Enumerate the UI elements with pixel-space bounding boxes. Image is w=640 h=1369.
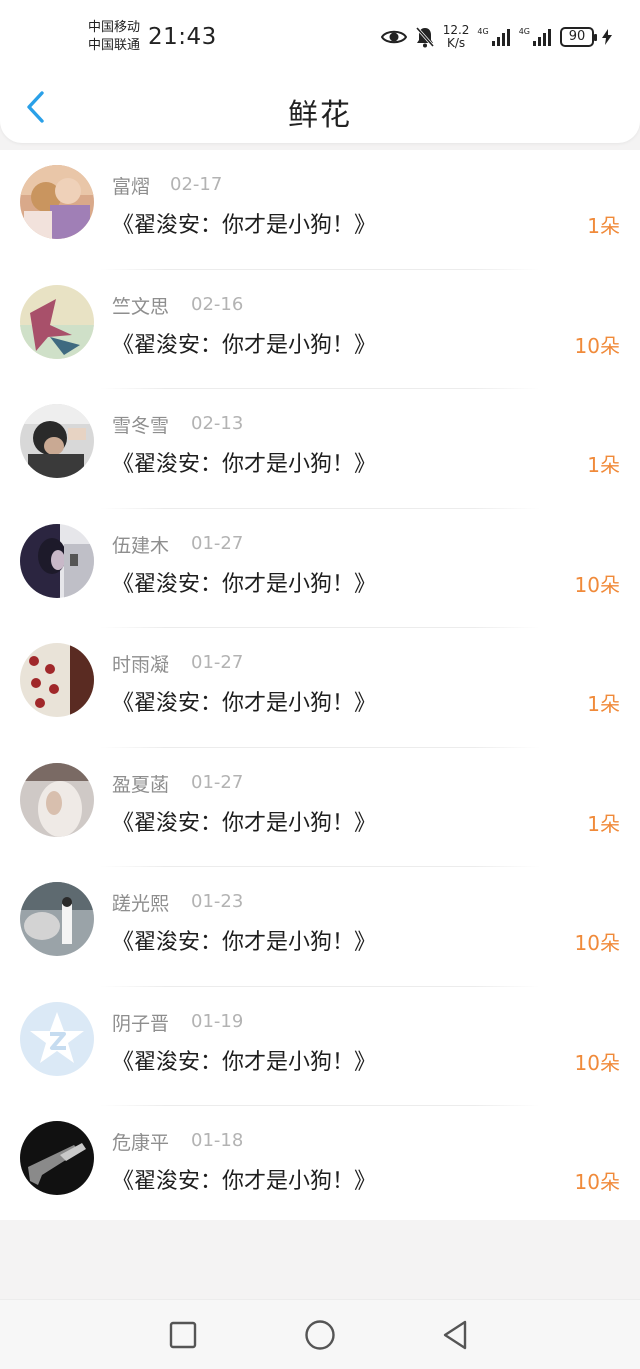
sender-name: 盈夏菡 [112,773,170,796]
flower-count: 10朵 [574,931,620,955]
signal-1: 4G [477,27,510,47]
flower-count: 10朵 [574,333,620,358]
charging-bolt-icon [602,29,612,45]
flower-count: 1朵 [587,214,620,238]
avatar[interactable] [20,643,94,717]
flower-list: 富熠 02-17 《翟浚安：你才是小狗！》 1朵 竺文思 02-16 《翟浚安：… [0,150,640,1220]
system-nav-bar [0,1299,640,1369]
flower-count: 10朵 [574,1050,620,1075]
battery-indicator: 90 [560,27,597,47]
circle-icon [305,1320,335,1350]
list-item[interactable]: 伍建木 01-27 《翟浚安：你才是小狗！》 10朵 [0,509,640,628]
signal-bars-icon [491,29,510,46]
clock: 21:43 [148,24,217,50]
net-speed: 12.2 K/s [443,24,470,50]
bell-off-icon [415,26,435,48]
item-title: 《翟浚安：你才是小狗！》 [112,691,377,716]
eye-icon [380,28,407,46]
avatar[interactable] [20,165,94,239]
send-date: 02-13 [191,413,244,434]
signal-bars-icon [533,29,551,46]
item-title: 《翟浚安：你才是小狗！》 [112,571,377,597]
list-item[interactable]: 阴子晋 01-19 《翟浚安：你才是小狗！》 10朵 [0,987,640,1106]
item-title: 《翟浚安：你才是小狗！》 [112,930,377,955]
send-date: 01-23 [191,891,244,912]
list-item[interactable]: 富熠 02-17 《翟浚安：你才是小狗！》 1朵 [0,150,640,270]
avatar[interactable] [20,762,94,837]
page-title: 鲜花 [288,98,352,133]
avatar[interactable] [20,284,94,359]
triangle-back-icon [443,1320,467,1350]
send-date: 01-27 [191,532,244,554]
flower-count: 10朵 [574,572,620,597]
recent-apps-button[interactable] [166,1318,200,1352]
sender-name: 富熠 [112,176,151,198]
send-date: 01-27 [191,652,244,673]
avatar[interactable] [20,882,94,956]
sender-name: 阴子晋 [112,1012,170,1035]
sender-name: 蹉光熙 [112,893,170,915]
top-card: 中国移动 中国联通 21:43 12.2 K/s 4G 4G 90 鲜花 [0,0,640,143]
send-date: 01-18 [191,1130,244,1151]
flower-count: 1朵 [587,811,620,836]
avatar[interactable] [20,1121,94,1195]
send-date: 01-27 [191,771,244,793]
signal-2: 4G [519,27,552,47]
header: 鲜花 [0,76,640,142]
carrier-1: 中国移动 [88,20,141,35]
list-item[interactable]: 盈夏菡 01-27 《翟浚安：你才是小狗！》 1朵 [0,748,640,867]
list-item[interactable]: 蹉光熙 01-23 《翟浚安：你才是小狗！》 10朵 [0,867,640,987]
screen: 中国移动 中国联通 21:43 12.2 K/s 4G 4G 90 鲜花 富熠 … [0,0,640,1369]
carriers: 中国移动 中国联通 [88,19,140,55]
item-title: 《翟浚安：你才是小狗！》 [112,1169,377,1194]
net-type-1: 4G [477,27,489,36]
square-icon [169,1321,197,1349]
home-button[interactable] [303,1318,337,1352]
list-item[interactable]: 时雨凝 01-27 《翟浚安：你才是小狗！》 1朵 [0,628,640,748]
list-item[interactable]: 竺文思 02-16 《翟浚安：你才是小狗！》 10朵 [0,270,640,389]
item-title: 《翟浚安：你才是小狗！》 [112,332,377,358]
item-title: 《翟浚安：你才是小狗！》 [112,810,377,836]
net-speed-unit: K/s [446,36,466,50]
sender-name: 竺文思 [112,295,170,318]
avatar[interactable] [20,1001,94,1076]
flower-count: 10朵 [574,1170,620,1194]
sender-name: 伍建木 [112,534,170,557]
status-icons: 12.2 K/s 4G 4G 90 [380,22,612,52]
send-date: 02-16 [191,293,244,315]
flower-count: 1朵 [587,692,620,716]
status-bar: 中国移动 中国联通 21:43 12.2 K/s 4G 4G 90 [0,0,640,76]
list-item[interactable]: 雪冬雪 02-13 《翟浚安：你才是小狗！》 1朵 [0,389,640,509]
net-type-2: 4G [518,27,530,36]
item-title: 《翟浚安：你才是小狗！》 [112,452,377,477]
avatar[interactable] [20,404,94,478]
flower-count: 1朵 [587,453,620,477]
item-title: 《翟浚安：你才是小狗！》 [112,213,377,238]
list-item[interactable]: 危康平 01-18 《翟浚安：你才是小狗！》 10朵 [0,1106,640,1226]
send-date: 01-19 [191,1010,244,1032]
sender-name: 危康平 [112,1132,170,1154]
send-date: 02-17 [170,174,223,195]
avatar[interactable] [20,523,94,598]
sender-name: 雪冬雪 [112,415,170,437]
item-title: 《翟浚安：你才是小狗！》 [112,1049,377,1075]
system-back-button[interactable] [439,1318,473,1352]
sender-name: 时雨凝 [112,654,170,676]
carrier-2: 中国联通 [88,38,141,53]
